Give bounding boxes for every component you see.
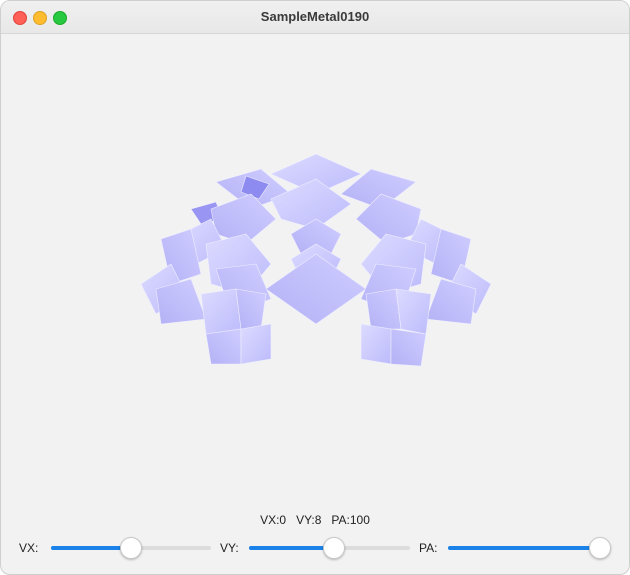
- slider-values-readout: VX:0 VY:8 PA:100: [260, 513, 370, 527]
- petal: [395, 288, 432, 335]
- rendered-mesh: [140, 153, 492, 367]
- pa-slider-fill: [448, 546, 600, 550]
- vx-slider-fill: [51, 546, 131, 550]
- vy-slider-thumb[interactable]: [322, 537, 345, 559]
- petal: [240, 323, 272, 365]
- petal: [235, 288, 267, 330]
- vy-label: VY:: [220, 541, 239, 555]
- vy-slider-fill: [249, 546, 334, 550]
- pa-label: PA:: [419, 541, 438, 555]
- petal: [205, 328, 242, 365]
- vx-slider-thumb[interactable]: [120, 537, 142, 559]
- petal-mesh: [140, 153, 492, 367]
- pa-slider-thumb[interactable]: [589, 537, 611, 559]
- vx-label: VX:: [19, 541, 39, 555]
- petal: [360, 323, 392, 365]
- vy-slider[interactable]: [249, 537, 410, 559]
- petal: [390, 328, 427, 367]
- app-window: SampleMetal0190 VX:0 VY:8 PA:100 VX: VY:…: [0, 0, 630, 575]
- petal: [270, 178, 352, 230]
- window-title: SampleMetal0190: [260, 9, 370, 24]
- petal: [265, 253, 367, 325]
- petal: [200, 288, 242, 335]
- vx-slider[interactable]: [51, 537, 211, 559]
- petal: [365, 288, 402, 330]
- title-bar: SampleMetal0190: [1, 1, 629, 34]
- pa-slider[interactable]: [448, 537, 611, 559]
- metal-render-view[interactable]: [1, 34, 629, 504]
